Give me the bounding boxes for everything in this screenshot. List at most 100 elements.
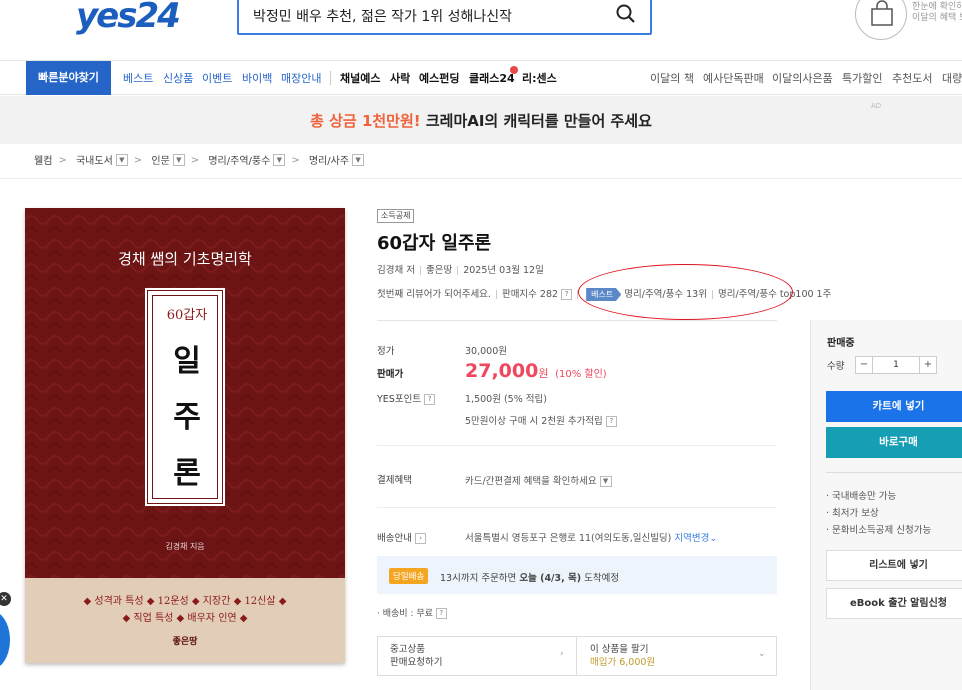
buy-now-button[interactable]: 바로구매: [826, 427, 962, 458]
cover-label-frame: 60갑자 일 주 론: [152, 295, 218, 499]
delivery-estimate: 13시까지 주문하면 오늘 (4/3, 목) 도착예정: [440, 570, 619, 584]
cover-keywords-2: ◆ 직업 특성 ◆ 배우자 인연 ◆: [122, 613, 248, 624]
chevron-right-icon[interactable]: ›: [415, 533, 426, 544]
nav-exclusive[interactable]: 예사단독판매: [703, 70, 764, 86]
points-label-text: YES포인트: [377, 394, 422, 405]
search-input[interactable]: 박정민 배우 추천, 젊은 작가 1위 성해나신작: [253, 6, 512, 26]
chevron-down-icon[interactable]: ▼: [172, 153, 185, 166]
ad-tag: AD: [871, 102, 882, 110]
publisher-link[interactable]: 좋은땅: [426, 265, 452, 276]
quantity-stepper[interactable]: − 1 +: [855, 356, 937, 374]
points-label: YES포인트 ?: [377, 391, 436, 405]
nav-sarak[interactable]: 사락: [390, 70, 410, 86]
divider: [377, 320, 777, 321]
nav-store[interactable]: 매장안내: [281, 70, 321, 86]
used-sale-request[interactable]: 중고상품 판매요청하기: [390, 643, 560, 669]
breadcrumb: 웰컴 > 국내도서 ▼ > 인문 ▼ > 명리/주역/풍수 ▼ > 명리/사주 ▼: [34, 152, 365, 167]
divider: [377, 507, 777, 508]
nav-funding[interactable]: 예스펀딩: [419, 70, 459, 86]
region-change-text[interactable]: 지역변경: [674, 533, 709, 544]
chevron-down-icon[interactable]: ▼: [599, 476, 612, 487]
promo-text: 한눈에 확인하 이달의 혜택 보: [912, 2, 962, 23]
quick-category-button[interactable]: 빠른분야찾기: [26, 61, 111, 95]
add-to-cart-button[interactable]: 카트에 넣기: [826, 391, 962, 422]
product-meta: 김경채 저 좋은땅 2025년 03월 12일: [377, 262, 544, 276]
search-bar[interactable]: 박정민 배우 추천, 젊은 작가 1위 성해나신작: [237, 0, 652, 35]
ebook-alert-button[interactable]: eBook 출간 알림신청: [826, 588, 962, 619]
benefit-item: · 최저가 보상: [826, 508, 879, 519]
breadcrumb-home[interactable]: 웰컴: [34, 152, 52, 167]
search-icon[interactable]: [616, 4, 636, 24]
quantity-input[interactable]: 1: [872, 357, 920, 373]
chevron-down-icon[interactable]: ▼: [115, 153, 128, 166]
banner-highlight: 총 상금 1천만원!: [310, 112, 421, 130]
breadcrumb-fortune[interactable]: 명리/주역/풍수: [208, 152, 270, 167]
annotation-oval: [578, 264, 793, 320]
nav-buyback[interactable]: 바이백: [242, 70, 272, 86]
breadcrumb-saju[interactable]: 명리/사주: [309, 152, 349, 167]
payment-benefit-text: 카드/간편결제 혜택을 확인하세요: [465, 476, 597, 487]
nav-recommend[interactable]: 추천도서: [892, 70, 932, 86]
cover-char-3: 론: [173, 456, 201, 491]
used-line-2: 판매요청하기: [390, 657, 443, 668]
chevron-right-icon[interactable]: ›: [560, 649, 564, 659]
nav-event[interactable]: 이벤트: [202, 70, 232, 86]
nav-month-book[interactable]: 이달의 책: [650, 70, 694, 86]
close-icon[interactable]: ✕: [0, 592, 11, 606]
cover-label-small: 60갑자: [166, 308, 208, 323]
shipping-address: 서울특별시 영등포구 은행로 11(여의도동,일신빌딩) 지역변경⌄: [465, 530, 717, 544]
same-day-badge: 당일배송: [389, 568, 429, 584]
yes24-logo[interactable]: yes24: [76, 0, 186, 36]
nav-gift[interactable]: 이달의사은품: [772, 70, 833, 86]
new-badge: [510, 66, 518, 74]
shopping-bag-icon[interactable]: [855, 0, 907, 40]
buyback-price: 매입가 6,000원: [590, 657, 656, 668]
plus-button[interactable]: +: [920, 357, 936, 373]
nav-class24[interactable]: 클래스24: [469, 70, 515, 86]
help-icon[interactable]: ?: [435, 608, 447, 619]
cover-publisher: 좋은땅: [172, 637, 198, 647]
review-link[interactable]: 첫번째 리뷰어가 되어주세요.: [377, 289, 491, 300]
publish-date: 2025년 03월 12일: [463, 265, 544, 276]
cover-char-2: 주: [173, 400, 201, 435]
author-link[interactable]: 김경채 저: [377, 265, 415, 276]
cover-keywords-1: ◆ 성격과 특성 ◆ 12운성 ◆ 지장간 ◆ 12신살 ◆: [83, 596, 287, 607]
nav-license[interactable]: 리:센스: [522, 70, 557, 86]
chevron-down-icon[interactable]: ▼: [352, 153, 365, 166]
shipping-address-text: 서울특별시 영등포구 은행로 11(여의도동,일신빌딩): [465, 533, 672, 544]
promo-banner[interactable]: 총 상금 1천만원! 크레마AI의 캐릭터를 만들어 주세요 AD: [0, 96, 962, 144]
help-icon[interactable]: ?: [605, 416, 617, 427]
region-change-link[interactable]: 지역변경⌄: [674, 533, 717, 544]
nav-bulk[interactable]: 대량: [942, 70, 962, 86]
banner-message: 크레마AI의 캐릭터를 만들어 주세요: [420, 112, 652, 130]
breadcrumb-domestic[interactable]: 국내도서: [76, 152, 113, 167]
nav-best[interactable]: 베스트: [123, 70, 153, 86]
minus-button[interactable]: −: [856, 357, 872, 373]
chevron-down-icon[interactable]: ▼: [273, 153, 286, 166]
points-extra: 5만원이상 구매 시 2천원 추가적립 ?: [465, 413, 617, 427]
points-extra-text: 5만원이상 구매 시 2천원 추가적립: [465, 416, 603, 427]
floating-widget[interactable]: [0, 610, 10, 670]
benefit-item: · 문화비소득공제 신청가능: [826, 525, 932, 536]
nav-new[interactable]: 신상품: [163, 70, 193, 86]
delivery-post: 도착예정: [581, 573, 620, 584]
shipping-fee-text: · 배송비 : 무료: [377, 609, 433, 619]
nav-sale[interactable]: 특가할인: [842, 70, 882, 86]
list-price-label: 정가: [377, 346, 395, 357]
nav-channel-yes[interactable]: 채널예스: [340, 70, 380, 86]
sale-status: 판매중: [827, 338, 855, 349]
sell-line-1: 이 상품을 팔기: [590, 644, 649, 655]
sell-product[interactable]: 이 상품을 팔기매입가 6,000원: [590, 643, 655, 669]
help-icon[interactable]: ?: [424, 394, 436, 405]
benefit-item: · 국내배송만 가능: [826, 491, 897, 502]
book-cover[interactable]: 경채 쌤의 기초명리학 60갑자 일 주 론 김경채 지음 ◆ 성격과 특성 ◆…: [25, 208, 345, 663]
shipping-fee: · 배송비 : 무료 ?: [377, 606, 447, 619]
tax-deduction-badge: 소득공제: [377, 209, 415, 223]
breadcrumb-humanities[interactable]: 인문: [151, 152, 169, 167]
sale-price-label: 판매가: [377, 369, 404, 380]
chevron-down-icon[interactable]: ⌄: [758, 649, 766, 659]
add-to-list-button[interactable]: 리스트에 넣기: [826, 550, 962, 581]
help-icon[interactable]: ?: [561, 289, 573, 300]
payment-benefit[interactable]: 카드/간편결제 혜택을 확인하세요 ▼: [465, 473, 612, 487]
sales-index: 판매지수 282: [501, 289, 559, 300]
